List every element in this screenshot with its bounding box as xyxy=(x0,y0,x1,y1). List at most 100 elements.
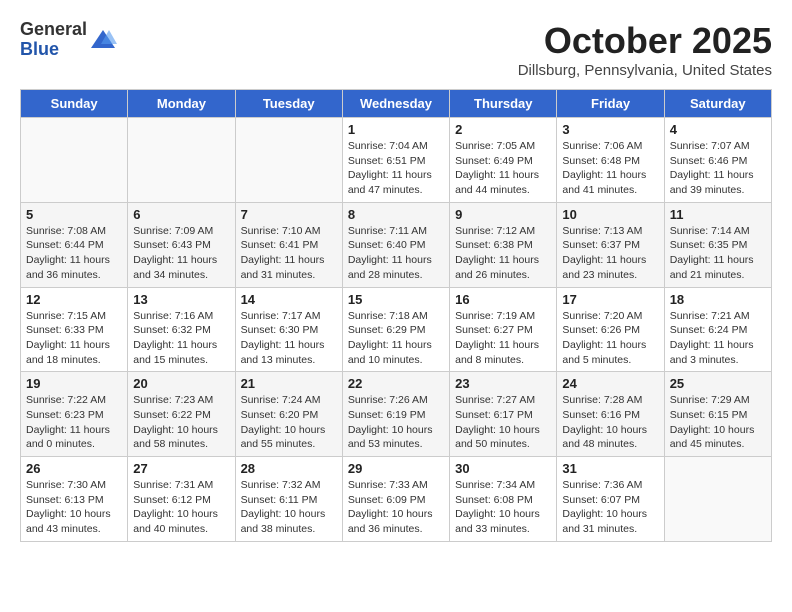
day-info: Sunrise: 7:19 AM Sunset: 6:27 PM Dayligh… xyxy=(455,309,551,368)
day-info: Sunrise: 7:13 AM Sunset: 6:37 PM Dayligh… xyxy=(562,224,658,283)
day-info: Sunrise: 7:23 AM Sunset: 6:22 PM Dayligh… xyxy=(133,393,229,452)
calendar-day-cell: 10Sunrise: 7:13 AM Sunset: 6:37 PM Dayli… xyxy=(557,202,664,287)
day-info: Sunrise: 7:21 AM Sunset: 6:24 PM Dayligh… xyxy=(670,309,766,368)
calendar-week-row: 5 Sunrise: 7:08 AM Sunset: 6:44 PM Daylig… xyxy=(21,202,772,287)
day-info: Sunrise: 7:34 AM Sunset: 6:08 PM Dayligh… xyxy=(455,478,551,537)
calendar-table: SundayMondayTuesdayWednesdayThursdayFrid… xyxy=(20,89,772,542)
day-number: 29 xyxy=(348,461,444,476)
calendar-day-cell: 31Sunrise: 7:36 AM Sunset: 6:07 PM Dayli… xyxy=(557,457,664,542)
calendar-day-cell xyxy=(664,457,771,542)
day-info: Sunrise: 7:07 AM Sunset: 6:46 PM Dayligh… xyxy=(670,139,766,198)
day-info: Sunrise: 7:06 AM Sunset: 6:48 PM Dayligh… xyxy=(562,139,658,198)
day-info: Sunrise: 7:15 AM Sunset: 6:33 PM Dayligh… xyxy=(26,309,122,368)
day-number: 13 xyxy=(133,292,229,307)
day-info: Sunrise: 7:26 AM Sunset: 6:19 PM Dayligh… xyxy=(348,393,444,452)
day-info: Sunrise: 7:30 AM Sunset: 6:13 PM Dayligh… xyxy=(26,478,122,537)
calendar-day-cell: 7 Sunrise: 7:10 AM Sunset: 6:41 PM Daylig… xyxy=(235,202,342,287)
day-number: 1 xyxy=(348,122,444,137)
day-number: 3 xyxy=(562,122,658,137)
calendar-day-cell xyxy=(128,118,235,203)
day-of-week-header: Saturday xyxy=(664,90,771,118)
calendar-day-cell: 28Sunrise: 7:32 AM Sunset: 6:11 PM Dayli… xyxy=(235,457,342,542)
calendar-day-cell: 11 Sunrise: 7:14 AM Sunset: 6:35 PM Dayli… xyxy=(664,202,771,287)
day-number: 17 xyxy=(562,292,658,307)
day-info: Sunrise: 7:04 AM Sunset: 6:51 PM Dayligh… xyxy=(348,139,444,198)
calendar-day-cell: 12 Sunrise: 7:15 AM Sunset: 6:33 PM Dayli… xyxy=(21,287,128,372)
calendar-day-cell: 25Sunrise: 7:29 AM Sunset: 6:15 PM Dayli… xyxy=(664,372,771,457)
day-number: 27 xyxy=(133,461,229,476)
calendar-day-cell: 22Sunrise: 7:26 AM Sunset: 6:19 PM Dayli… xyxy=(342,372,449,457)
day-info: Sunrise: 7:12 AM Sunset: 6:38 PM Dayligh… xyxy=(455,224,551,283)
logo-icon xyxy=(89,26,117,54)
calendar-day-cell: 30 Sunrise: 7:34 AM Sunset: 6:08 PM Dayli… xyxy=(450,457,557,542)
calendar-day-cell: 27 Sunrise: 7:31 AM Sunset: 6:12 PM Dayli… xyxy=(128,457,235,542)
calendar-week-row: 1 Sunrise: 7:04 AM Sunset: 6:51 PM Daylig… xyxy=(21,118,772,203)
day-number: 18 xyxy=(670,292,766,307)
calendar-day-cell: 21 Sunrise: 7:24 AM Sunset: 6:20 PM Dayli… xyxy=(235,372,342,457)
day-number: 12 xyxy=(26,292,122,307)
day-info: Sunrise: 7:08 AM Sunset: 6:44 PM Dayligh… xyxy=(26,224,122,283)
day-of-week-header: Friday xyxy=(557,90,664,118)
calendar-day-cell: 17 Sunrise: 7:20 AM Sunset: 6:26 PM Dayli… xyxy=(557,287,664,372)
day-number: 6 xyxy=(133,207,229,222)
calendar-day-cell: 26Sunrise: 7:30 AM Sunset: 6:13 PM Dayli… xyxy=(21,457,128,542)
day-number: 5 xyxy=(26,207,122,222)
day-info: Sunrise: 7:20 AM Sunset: 6:26 PM Dayligh… xyxy=(562,309,658,368)
day-number: 25 xyxy=(670,376,766,391)
day-of-week-header: Monday xyxy=(128,90,235,118)
day-info: Sunrise: 7:27 AM Sunset: 6:17 PM Dayligh… xyxy=(455,393,551,452)
day-info: Sunrise: 7:33 AM Sunset: 6:09 PM Dayligh… xyxy=(348,478,444,537)
day-info: Sunrise: 7:10 AM Sunset: 6:41 PM Dayligh… xyxy=(241,224,337,283)
calendar-day-cell: 13 Sunrise: 7:16 AM Sunset: 6:32 PM Dayli… xyxy=(128,287,235,372)
day-of-week-header: Thursday xyxy=(450,90,557,118)
day-info: Sunrise: 7:18 AM Sunset: 6:29 PM Dayligh… xyxy=(348,309,444,368)
day-info: Sunrise: 7:05 AM Sunset: 6:49 PM Dayligh… xyxy=(455,139,551,198)
day-number: 30 xyxy=(455,461,551,476)
calendar-day-cell: 8Sunrise: 7:11 AM Sunset: 6:40 PM Daylig… xyxy=(342,202,449,287)
location-subtitle: Dillsburg, Pennsylvania, United States xyxy=(518,62,772,79)
calendar-week-row: 12 Sunrise: 7:15 AM Sunset: 6:33 PM Dayli… xyxy=(21,287,772,372)
day-number: 19 xyxy=(26,376,122,391)
calendar-header-row: SundayMondayTuesdayWednesdayThursdayFrid… xyxy=(21,90,772,118)
calendar-day-cell: 2Sunrise: 7:05 AM Sunset: 6:49 PM Daylig… xyxy=(450,118,557,203)
calendar-day-cell: 24Sunrise: 7:28 AM Sunset: 6:16 PM Dayli… xyxy=(557,372,664,457)
day-number: 23 xyxy=(455,376,551,391)
calendar-day-cell: 20Sunrise: 7:23 AM Sunset: 6:22 PM Dayli… xyxy=(128,372,235,457)
calendar-day-cell xyxy=(235,118,342,203)
calendar-week-row: 26Sunrise: 7:30 AM Sunset: 6:13 PM Dayli… xyxy=(21,457,772,542)
page-header: General Blue October 2025 Dillsburg, Pen… xyxy=(20,20,772,79)
calendar-day-cell: 16Sunrise: 7:19 AM Sunset: 6:27 PM Dayli… xyxy=(450,287,557,372)
day-info: Sunrise: 7:32 AM Sunset: 6:11 PM Dayligh… xyxy=(241,478,337,537)
day-number: 24 xyxy=(562,376,658,391)
day-number: 21 xyxy=(241,376,337,391)
day-of-week-header: Wednesday xyxy=(342,90,449,118)
logo-general-text: General xyxy=(20,20,87,40)
calendar-day-cell: 1 Sunrise: 7:04 AM Sunset: 6:51 PM Daylig… xyxy=(342,118,449,203)
calendar-week-row: 19 Sunrise: 7:22 AM Sunset: 6:23 PM Dayli… xyxy=(21,372,772,457)
day-number: 11 xyxy=(670,207,766,222)
day-number: 31 xyxy=(562,461,658,476)
day-info: Sunrise: 7:31 AM Sunset: 6:12 PM Dayligh… xyxy=(133,478,229,537)
day-of-week-header: Sunday xyxy=(21,90,128,118)
logo-blue-text: Blue xyxy=(20,40,87,60)
calendar-day-cell: 15Sunrise: 7:18 AM Sunset: 6:29 PM Dayli… xyxy=(342,287,449,372)
calendar-day-cell: 23 Sunrise: 7:27 AM Sunset: 6:17 PM Dayli… xyxy=(450,372,557,457)
day-info: Sunrise: 7:14 AM Sunset: 6:35 PM Dayligh… xyxy=(670,224,766,283)
logo: General Blue xyxy=(20,20,117,60)
day-info: Sunrise: 7:16 AM Sunset: 6:32 PM Dayligh… xyxy=(133,309,229,368)
calendar-day-cell: 3 Sunrise: 7:06 AM Sunset: 6:48 PM Daylig… xyxy=(557,118,664,203)
day-number: 14 xyxy=(241,292,337,307)
day-number: 7 xyxy=(241,207,337,222)
day-info: Sunrise: 7:22 AM Sunset: 6:23 PM Dayligh… xyxy=(26,393,122,452)
day-info: Sunrise: 7:09 AM Sunset: 6:43 PM Dayligh… xyxy=(133,224,229,283)
calendar-day-cell xyxy=(21,118,128,203)
day-number: 8 xyxy=(348,207,444,222)
calendar-day-cell: 18 Sunrise: 7:21 AM Sunset: 6:24 PM Dayli… xyxy=(664,287,771,372)
calendar-day-cell: 6 Sunrise: 7:09 AM Sunset: 6:43 PM Daylig… xyxy=(128,202,235,287)
calendar-day-cell: 5 Sunrise: 7:08 AM Sunset: 6:44 PM Daylig… xyxy=(21,202,128,287)
calendar-day-cell: 4 Sunrise: 7:07 AM Sunset: 6:46 PM Daylig… xyxy=(664,118,771,203)
day-number: 9 xyxy=(455,207,551,222)
day-info: Sunrise: 7:24 AM Sunset: 6:20 PM Dayligh… xyxy=(241,393,337,452)
month-title: October 2025 xyxy=(518,20,772,62)
day-number: 4 xyxy=(670,122,766,137)
